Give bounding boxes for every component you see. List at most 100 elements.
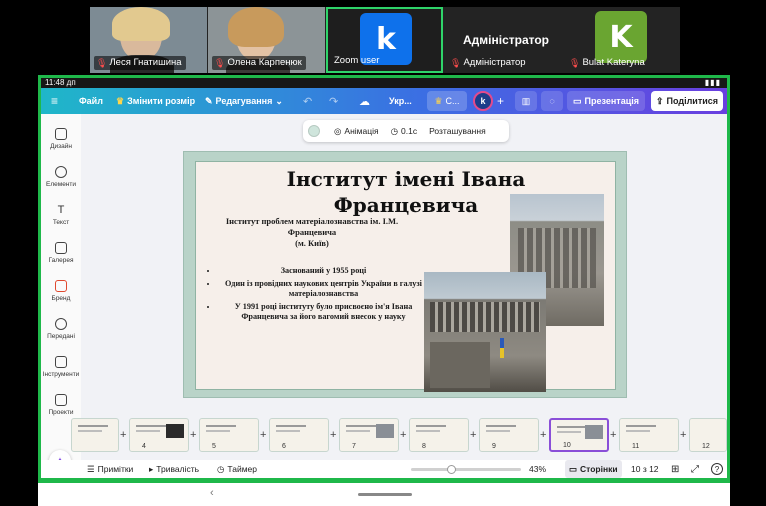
grid-view-icon[interactable]: ⊞: [671, 460, 679, 478]
zoom-window: 🎙 Леся Гнатишина 🎙 Олена Карпенюк k Zoom u…: [0, 0, 766, 506]
building-photo[interactable]: [424, 272, 546, 392]
undo-icon[interactable]: ↶: [303, 88, 312, 114]
animation-button[interactable]: ◎ Анімація: [334, 126, 379, 137]
projects-icon: [55, 394, 67, 406]
slide-thumbnail[interactable]: 4: [129, 418, 189, 452]
participant-tile[interactable]: 🎙 Леся Гнатишина: [90, 7, 207, 73]
slide-thumbnail[interactable]: 5: [199, 418, 259, 452]
help-button[interactable]: ?: [711, 463, 723, 475]
slide-bullets[interactable]: Заснований у 1955 році Один із провідних…: [204, 266, 429, 325]
rail-item-tools[interactable]: Інструменти: [41, 354, 81, 388]
share-button[interactable]: ⇪ Поділитися: [651, 91, 723, 111]
clock-icon: ◷: [390, 125, 399, 136]
add-slide-icon[interactable]: +: [610, 429, 616, 441]
redo-icon[interactable]: ↷: [329, 88, 338, 114]
pencil-icon: ✎: [205, 95, 213, 106]
page-counter[interactable]: 10 з 12: [631, 460, 659, 478]
color-swatch[interactable]: [308, 125, 320, 137]
slide-thumbnail[interactable]: 7: [339, 418, 399, 452]
participant-tile-active-speaker[interactable]: k Zoom user: [326, 7, 443, 73]
tools-icon: [55, 356, 67, 368]
add-slide-icon[interactable]: +: [330, 429, 336, 441]
participant-name-tag: 🎙 Адміністратор: [450, 57, 526, 68]
design-icon: [55, 128, 67, 140]
slide-thumbnail[interactable]: [71, 418, 119, 452]
slide-thumbnail[interactable]: 8: [409, 418, 469, 452]
resize-button[interactable]: ♛ Змінити розмір: [116, 88, 195, 114]
duration-button[interactable]: ◷ 0.1с: [391, 126, 418, 137]
slide-page: Інститут імені Івана Францевича Інститут…: [195, 161, 616, 392]
add-collaborator-icon[interactable]: +: [497, 88, 504, 114]
position-button[interactable]: Розташування: [429, 126, 486, 136]
editor-toolbar: ≡ Файл ♛ Змінити розмір ✎ Редагування ⌄ ↶ ↷…: [41, 88, 727, 114]
present-icon: ▭: [573, 95, 582, 106]
add-slide-icon[interactable]: +: [470, 429, 476, 441]
add-slide-icon[interactable]: +: [400, 429, 406, 441]
home-handle[interactable]: [358, 493, 412, 496]
battery-icon: ▮▮▮: [704, 78, 721, 87]
document-title[interactable]: Укр...: [389, 88, 412, 114]
participant-tile[interactable]: K 🎙 Bulat Kateryna: [563, 7, 680, 73]
rail-item-uploads[interactable]: Передані: [41, 316, 81, 350]
cloud-save-icon[interactable]: ☁: [359, 88, 370, 114]
file-menu[interactable]: Файл: [79, 88, 103, 114]
mic-muted-icon: 🎙: [569, 58, 581, 68]
uploads-icon: [55, 318, 67, 330]
animation-icon: ◎: [334, 125, 342, 136]
rail-item-brand[interactable]: Бренд: [41, 278, 81, 312]
gallery-icon: [55, 242, 67, 254]
comment-icon[interactable]: ◌: [541, 91, 563, 111]
zoom-slider[interactable]: [411, 465, 521, 474]
rail-item-elements[interactable]: Елементи: [41, 164, 81, 198]
slide-thumbnail-selected[interactable]: 10: [549, 418, 609, 452]
back-icon[interactable]: ‹: [210, 487, 214, 499]
add-slide-icon[interactable]: +: [120, 429, 126, 441]
zoom-level[interactable]: 43%: [529, 460, 546, 478]
timer-button[interactable]: ◷ Таймер: [217, 460, 257, 478]
participant-name-tag: 🎙 Леся Гнатишина: [94, 56, 186, 70]
slide-thumbnail[interactable]: 12: [689, 418, 727, 452]
participant-tile[interactable]: 🎙 Олена Карпенюк: [208, 7, 325, 73]
notes-button[interactable]: ☰ Примітки: [87, 460, 133, 478]
add-slide-icon[interactable]: +: [260, 429, 266, 441]
element-toolbar: ◎ Анімація ◷ 0.1с Розташування: [303, 120, 509, 142]
timer-icon: ◷: [217, 463, 225, 474]
mic-muted-icon: 🎙: [214, 58, 226, 68]
add-slide-icon[interactable]: +: [190, 429, 196, 441]
slide-canvas[interactable]: Інститут імені Івана Францевича Інститут…: [183, 151, 627, 398]
slide-thumbnail[interactable]: 6: [269, 418, 329, 452]
add-slide-icon[interactable]: +: [540, 429, 546, 441]
rail-item-text[interactable]: T Текст: [41, 202, 81, 236]
text-icon: T: [57, 204, 65, 216]
mic-muted-icon: 🎙: [450, 58, 462, 68]
duration-icon: ▸: [149, 463, 154, 474]
slide-subtitle[interactable]: Інститут проблем матеріалознавства ім. І…: [214, 216, 410, 249]
shared-screen-border: 11:48 дп ▮▮▮ ≡ Файл ♛ Змінити розмір ✎ Ред…: [38, 75, 730, 483]
clock: 11:48 дп: [45, 78, 76, 87]
add-slide-icon[interactable]: +: [680, 429, 686, 441]
shared-screen: 11:48 дп ▮▮▮ ≡ Файл ♛ Змінити розмір ✎ Ред…: [41, 78, 727, 478]
menu-icon[interactable]: ≡: [51, 88, 58, 114]
present-button[interactable]: ▭ Презентація: [567, 91, 645, 111]
user-avatar[interactable]: k: [473, 91, 493, 111]
pages-button[interactable]: ▭ Сторінки: [565, 460, 622, 478]
mic-muted-icon: 🎙: [96, 58, 108, 68]
crown-icon: ♛: [434, 95, 443, 106]
slide-thumbnail[interactable]: 11: [619, 418, 679, 452]
bullet-item: Заснований у 1955 році: [218, 266, 429, 277]
analytics-icon[interactable]: ▥: [515, 91, 537, 111]
slide-thumbnails: + 4 + 5 + 6 + 7 + 8 + 9 + 10 + 11 + 12: [41, 412, 727, 456]
zoom-slider-handle[interactable]: [447, 465, 456, 474]
editing-dropdown[interactable]: ✎ Редагування ⌄: [205, 88, 283, 114]
fullscreen-icon[interactable]: ⤢: [691, 460, 699, 478]
rail-item-gallery[interactable]: Галерея: [41, 240, 81, 274]
slide-thumbnail[interactable]: 9: [479, 418, 539, 452]
collaborate-button[interactable]: ♛ С...: [427, 91, 467, 111]
elements-icon: [55, 166, 67, 178]
share-icon: ⇪: [655, 95, 664, 106]
duration-button[interactable]: ▸ Тривалість: [149, 460, 199, 478]
participant-tile[interactable]: Адміністратор 🎙 Адміністратор: [444, 7, 562, 73]
device-statusbar: 11:48 дп ▮▮▮: [41, 78, 727, 88]
rail-item-design[interactable]: Дизайн: [41, 126, 81, 160]
brand-icon: [55, 280, 67, 292]
